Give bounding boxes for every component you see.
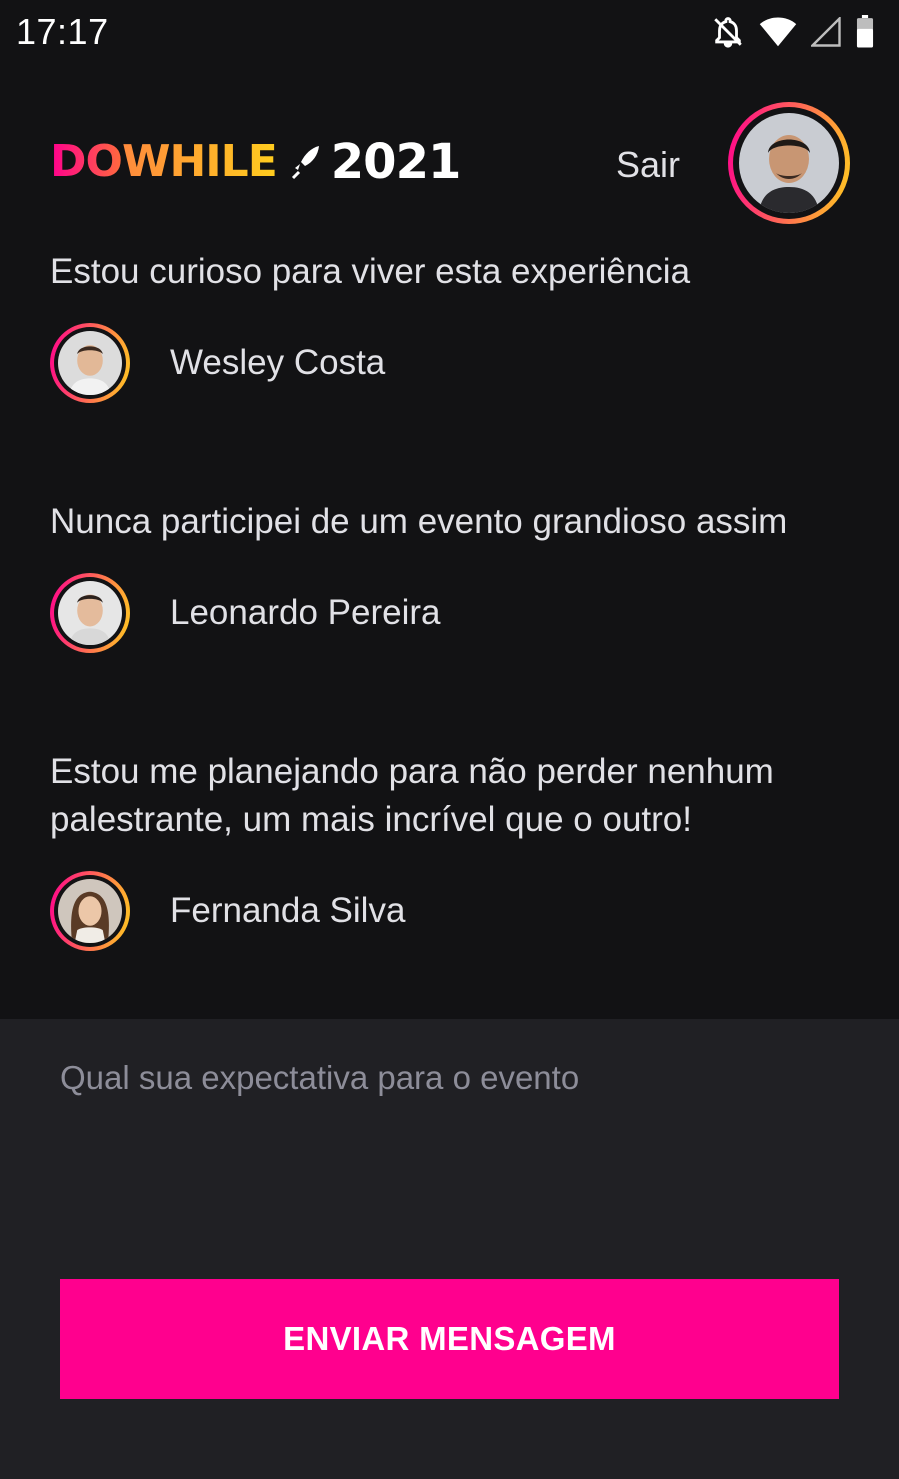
message-item: Nunca participei de um evento grandioso … <box>50 498 850 654</box>
author-avatar <box>50 323 130 403</box>
battery-icon <box>856 15 874 48</box>
message-author: Wesley Costa <box>50 322 850 404</box>
signout-button[interactable]: Sair <box>616 144 680 186</box>
logo-while-text: WHILE <box>121 136 278 187</box>
author-avatar <box>50 573 130 653</box>
status-icons <box>711 15 875 49</box>
message-text: Estou me planejando para não perder nenh… <box>50 752 774 839</box>
rocket-icon <box>291 146 319 180</box>
avatar-photo <box>739 113 839 213</box>
message-author: Leonardo Pereira <box>50 572 850 654</box>
logo-year-text: 2021 <box>330 134 462 190</box>
message-composer: ENVIAR MENSAGEM <box>0 1019 899 1479</box>
user-avatar[interactable] <box>728 102 850 224</box>
avatar-photo <box>58 879 122 943</box>
cellular-signal-icon <box>811 17 841 47</box>
notifications-off-icon <box>714 17 742 48</box>
message-text: Nunca participei de um evento grandioso … <box>50 502 788 541</box>
dowhile-logo: DO WHILE 2021 <box>50 132 462 192</box>
message-text: Estou curioso para viver esta experiênci… <box>50 252 691 291</box>
send-message-button[interactable]: ENVIAR MENSAGEM <box>60 1279 839 1399</box>
author-avatar <box>50 871 130 951</box>
message-item: Estou curioso para viver esta experiênci… <box>50 248 850 404</box>
author-name: Leonardo Pereira <box>170 593 441 632</box>
message-author: Fernanda Silva <box>50 870 850 952</box>
message-input[interactable] <box>60 1059 840 1259</box>
avatar-photo <box>58 331 122 395</box>
avatar-photo <box>58 581 122 645</box>
author-name: Fernanda Silva <box>170 891 406 930</box>
logo-do-text: DO <box>50 136 123 187</box>
author-name: Wesley Costa <box>170 343 386 382</box>
message-item: Estou me planejando para não perder nenh… <box>50 748 850 952</box>
wifi-icon <box>759 17 797 47</box>
status-time: 17:17 <box>16 11 109 52</box>
header: DO WHILE 2021 Sair <box>50 100 850 224</box>
status-bar: 17:17 <box>0 0 899 64</box>
